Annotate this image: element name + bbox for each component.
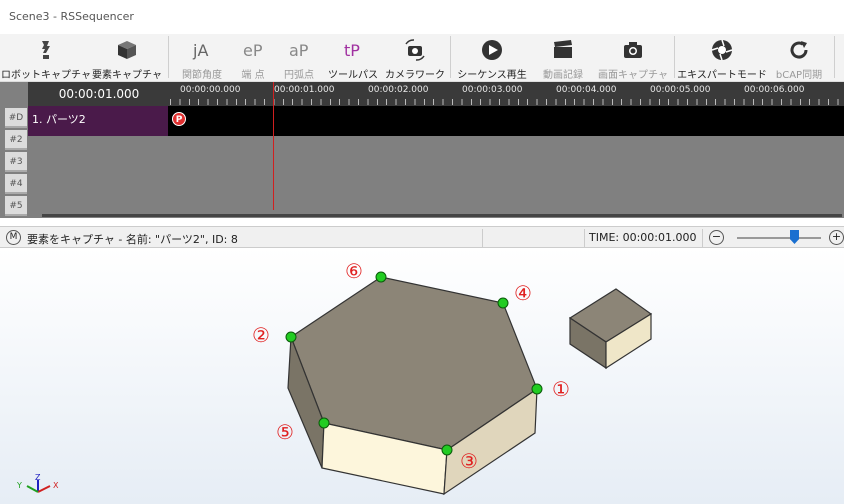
ruler-tick-label: 00:00:01.000 — [274, 85, 335, 95]
camera-work-button[interactable]: カメラワーク — [385, 34, 445, 82]
vertex-marker-5[interactable] — [318, 417, 330, 429]
axis-x-line — [37, 485, 51, 493]
sequence-timeline[interactable]: 00:00:01.000 00:00:00.000 00:00:01.000 0… — [0, 82, 844, 218]
svg-text:aP: aP — [289, 41, 309, 60]
camera-icon — [619, 36, 647, 64]
tool-path-icon: tP — [339, 36, 367, 64]
vertex-label-4: ④ — [514, 281, 532, 305]
zoom-slider-thumb[interactable] — [790, 230, 799, 244]
vertex-label-1: ① — [552, 377, 570, 401]
vertex-marker-2[interactable] — [285, 331, 297, 343]
screen-capture-button[interactable]: 画面キャプチャ — [598, 34, 668, 82]
keyframe-marker[interactable]: P — [172, 112, 186, 126]
svg-text:jA: jA — [192, 41, 208, 60]
axis-y-line — [26, 485, 39, 493]
timeline-scrollbar[interactable] — [42, 214, 842, 217]
bcap-sync-button[interactable]: bCAP同期 — [770, 34, 828, 82]
scene-canvas: ① ② ③ ④ ⑤ ⑥ Z X Y — [16, 259, 653, 496]
joint-angle-icon: jA — [188, 36, 216, 64]
zoom-out-button[interactable]: − — [709, 230, 724, 245]
window-title: Scene3 - RSSequencer — [9, 10, 134, 23]
vertex-label-2: ② — [252, 323, 270, 347]
svg-text:tP: tP — [344, 41, 360, 60]
axis-x-label: X — [53, 481, 59, 490]
axis-gizmo: Z X Y — [16, 473, 59, 493]
tool-path-button[interactable]: tP ツールパス — [328, 34, 378, 82]
status-divider — [482, 229, 483, 247]
video-record-button[interactable]: 動画記録 — [538, 34, 588, 82]
zoom-slider-track[interactable] — [737, 237, 821, 239]
playhead-line[interactable] — [273, 82, 274, 210]
axis-z-label: Z — [35, 473, 41, 482]
aperture-icon — [708, 36, 736, 64]
current-time-display: 00:00:01.000 — [28, 82, 170, 106]
robot-arm-icon — [32, 36, 60, 64]
track-segment-parts2[interactable]: 1. パーツ2 — [28, 106, 168, 136]
sequence-play-button[interactable]: シーケンス再生 — [456, 34, 528, 82]
toolbar: ロボットキャプチャ 要素キャプチャ jA 関節角度 eP 端 点 aP 円弧点 … — [0, 34, 844, 82]
track-row-1[interactable]: 1. パーツ2 — [28, 106, 844, 136]
row-label[interactable]: #5 — [5, 196, 27, 216]
toolbar-separator — [834, 36, 835, 78]
vertex-label-3: ③ — [460, 449, 478, 473]
endpoint-icon: eP — [239, 36, 267, 64]
arc-point-button[interactable]: aP 円弧点 — [280, 34, 318, 82]
robot-capture-button[interactable]: ロボットキャプチャ — [1, 34, 91, 82]
ruler-tick-label: 00:00:05.000 — [650, 85, 711, 95]
axis-y-label: Y — [16, 481, 22, 490]
row-label[interactable]: #3 — [5, 152, 27, 172]
ruler-tick-label: 00:00:04.000 — [556, 85, 617, 95]
play-icon — [478, 36, 506, 64]
camera-rotate-icon — [401, 36, 429, 64]
title-bar: Scene3 - RSSequencer — [0, 0, 844, 34]
time-ruler[interactable]: 00:00:00.000 00:00:01.000 00:00:02.000 0… — [170, 82, 844, 106]
vertex-marker-1[interactable] — [531, 383, 543, 395]
sync-icon — [785, 36, 813, 64]
ruler-tick-label: 00:00:00.000 — [180, 85, 241, 95]
vertex-marker-4[interactable] — [497, 297, 509, 309]
clapperboard-icon — [549, 36, 577, 64]
expert-mode-button[interactable]: エキスパートモード — [677, 34, 767, 82]
row-label[interactable]: #4 — [5, 174, 27, 194]
vertex-marker-6[interactable] — [375, 271, 387, 283]
ruler-tick-label: 00:00:02.000 — [368, 85, 429, 95]
element-capture-button[interactable]: 要素キャプチャ — [92, 34, 162, 82]
zoom-in-button[interactable]: + — [829, 230, 844, 245]
toolbar-separator — [674, 36, 675, 78]
arc-point-icon: aP — [285, 36, 313, 64]
vertex-label-5: ⑤ — [276, 420, 294, 444]
3d-viewport[interactable]: ① ② ③ ④ ⑤ ⑥ Z X Y — [0, 248, 844, 504]
endpoint-button[interactable]: eP 端 点 — [236, 34, 270, 82]
mode-button[interactable]: M — [6, 230, 21, 245]
toolbar-separator — [168, 36, 169, 78]
status-time: TIME: 00:00:01.000 — [589, 231, 697, 244]
cube-icon — [113, 36, 141, 64]
toolbar-separator — [450, 36, 451, 78]
status-divider — [702, 229, 703, 247]
status-message: 要素をキャプチャ - 名前: "パーツ2", ID: 8 — [27, 233, 238, 246]
row-label[interactable]: #D — [5, 108, 27, 128]
ruler-tick-label: 00:00:03.000 — [462, 85, 523, 95]
vertex-marker-3[interactable] — [441, 444, 453, 456]
joint-angle-button[interactable]: jA 関節角度 — [176, 34, 228, 82]
ruler-tick-label: 00:00:06.000 — [744, 85, 805, 95]
svg-text:eP: eP — [243, 41, 263, 60]
ruler-minor-ticks — [170, 99, 844, 105]
status-bar: M 要素をキャプチャ - 名前: "パーツ2", ID: 8 TIME: 00:… — [0, 226, 844, 248]
status-divider — [584, 229, 585, 247]
vertex-label-6: ⑥ — [345, 259, 363, 283]
row-label[interactable]: #2 — [5, 130, 27, 150]
